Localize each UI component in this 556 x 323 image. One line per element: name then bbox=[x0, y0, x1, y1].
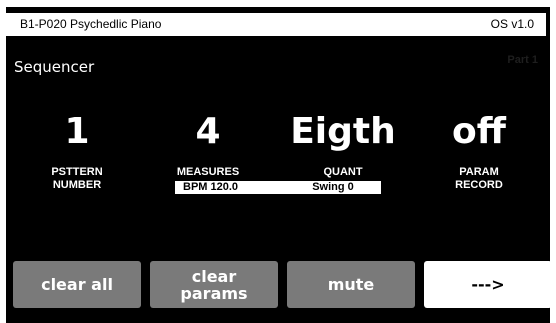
os-version: OS v1.0 bbox=[490, 17, 534, 31]
measures-param[interactable]: 4 MEASURES bbox=[140, 110, 276, 179]
quant-label: QUANT bbox=[323, 166, 363, 178]
clear-params-button[interactable]: clear params bbox=[150, 261, 278, 308]
pattern-number-value: 1 bbox=[64, 111, 90, 152]
quant-param[interactable]: Eigth QUANT bbox=[275, 110, 411, 179]
bpm-field[interactable]: BPM 120.0 bbox=[175, 181, 286, 194]
pattern-number-label: PSTTERN NUMBER bbox=[51, 166, 103, 191]
next-page-button[interactable]: ---> bbox=[424, 261, 552, 308]
param-record-param[interactable]: off PARAM RECORD bbox=[411, 110, 547, 192]
clear-all-button[interactable]: clear all bbox=[13, 261, 141, 308]
measures-label: MEASURES bbox=[176, 166, 240, 178]
swing-field[interactable]: Swing 0 bbox=[285, 181, 381, 194]
patch-title: B1-P020 Psychedlic Piano bbox=[20, 17, 162, 31]
param-record-label: PARAM RECORD bbox=[455, 166, 503, 191]
param-record-value: off bbox=[452, 111, 506, 152]
mute-button[interactable]: mute bbox=[287, 261, 415, 308]
part-indicator: Part 1 bbox=[507, 54, 538, 66]
quant-value: Eigth bbox=[290, 111, 396, 152]
measures-value: 4 bbox=[195, 111, 221, 152]
pattern-number-param[interactable]: 1 PSTTERN NUMBER bbox=[9, 110, 145, 192]
page-title: Sequencer bbox=[14, 58, 95, 76]
status-bar: B1-P020 Psychedlic Piano OS v1.0 bbox=[6, 13, 546, 36]
